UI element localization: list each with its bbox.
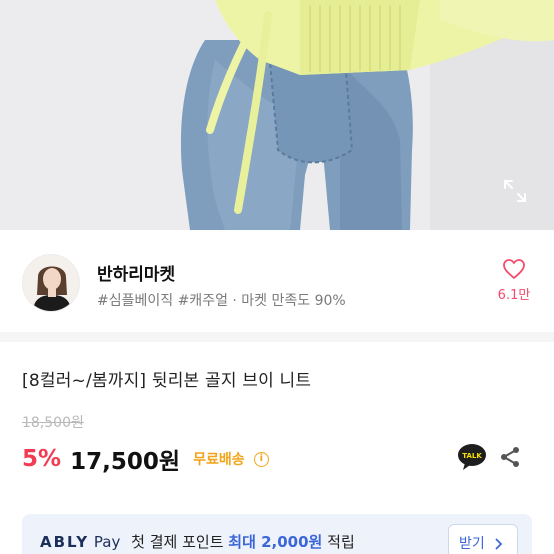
promo-highlight: 최대 2,000원 (228, 533, 323, 551)
share-icon[interactable] (498, 445, 522, 473)
seller-name[interactable]: 반하리마켓 (97, 260, 175, 285)
original-price: 18,500원 (22, 415, 84, 431)
seller-section[interactable]: 반하리마켓 #심플베이직 #캐주얼 · 마켓 만족도 90% 6.1만 (0, 230, 554, 332)
section-divider (0, 332, 554, 342)
price-row: 5% 17,500원 무료배송 i (22, 442, 269, 475)
pay-label: Pay (93, 533, 121, 551)
promo-text-before: 첫 결제 포인트 (131, 533, 224, 551)
ably-logo: ABLY (40, 533, 90, 551)
chevron-right-icon (489, 536, 503, 552)
seller-avatar[interactable] (22, 254, 80, 312)
info-icon[interactable]: i (253, 451, 269, 467)
sale-price: 17,500원 (70, 449, 181, 475)
kakaotalk-share-button[interactable]: TALK (457, 443, 487, 475)
heart-icon (492, 258, 536, 280)
favorite-count: 6.1만 (497, 288, 531, 303)
product-photo-illustration (0, 0, 554, 230)
free-shipping-label: 무료배송 (193, 452, 245, 468)
pay-promo-banner[interactable]: ABLY Pay 첫 결제 포인트 최대 2,000원 적립 받기 (22, 514, 532, 554)
get-point-button[interactable]: 받기 (448, 524, 518, 554)
promo-text: ABLY Pay 첫 결제 포인트 최대 2,000원 적립 (40, 531, 355, 552)
product-image[interactable] (0, 0, 554, 230)
product-title: [8컬러~/봄까지] 뒷리본 골지 브이 니트 (22, 371, 312, 391)
expand-icon[interactable] (502, 178, 528, 204)
favorite-button[interactable]: 6.1만 (492, 258, 536, 303)
get-point-label: 받기 (459, 536, 485, 552)
discount-rate: 5% (22, 446, 62, 472)
svg-text:TALK: TALK (462, 452, 482, 460)
promo-text-after: 적립 (327, 533, 355, 551)
seller-tags: #심플베이직 #캐주얼 · 마켓 만족도 90% (97, 293, 346, 309)
